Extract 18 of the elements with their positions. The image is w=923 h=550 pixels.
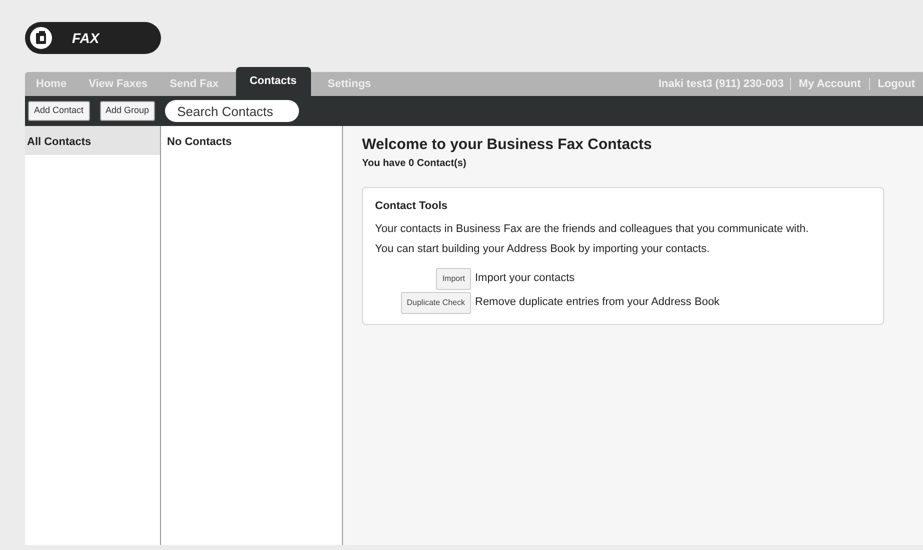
tool-description: Remove duplicate entries from your Address Book xyxy=(475,295,720,310)
card-title: Contact Tools xyxy=(375,199,449,214)
contact-count: You have 0 Contact(s) xyxy=(362,157,468,171)
toolbar-button[interactable]: Add Group xyxy=(100,101,156,121)
welcome-title: Welcome to your Business Fax Contacts xyxy=(362,136,653,154)
card-text: Your contacts in Business Fax are the friends and colleagues that you communicate with. xyxy=(375,222,810,236)
search-field[interactable]: Search Contacts xyxy=(165,100,300,122)
tool-button[interactable]: Import xyxy=(436,268,471,290)
empty-list-text: No Contacts xyxy=(166,135,233,150)
nav-tab[interactable]: Contacts xyxy=(236,67,311,96)
tool-button[interactable]: Duplicate Check xyxy=(400,292,471,314)
user-info: Inaki test3 (911) 230-003 xyxy=(657,76,785,92)
app-logo: FAX xyxy=(25,22,161,54)
fax-machine-icon xyxy=(28,25,54,51)
group-item[interactable]: All Contacts xyxy=(25,126,160,154)
toolbar-button[interactable]: Add Contact xyxy=(28,101,90,121)
card-text: You can start building your Address Book by importing your contacts. xyxy=(375,242,711,257)
tool-description: Import your contacts xyxy=(475,271,575,286)
